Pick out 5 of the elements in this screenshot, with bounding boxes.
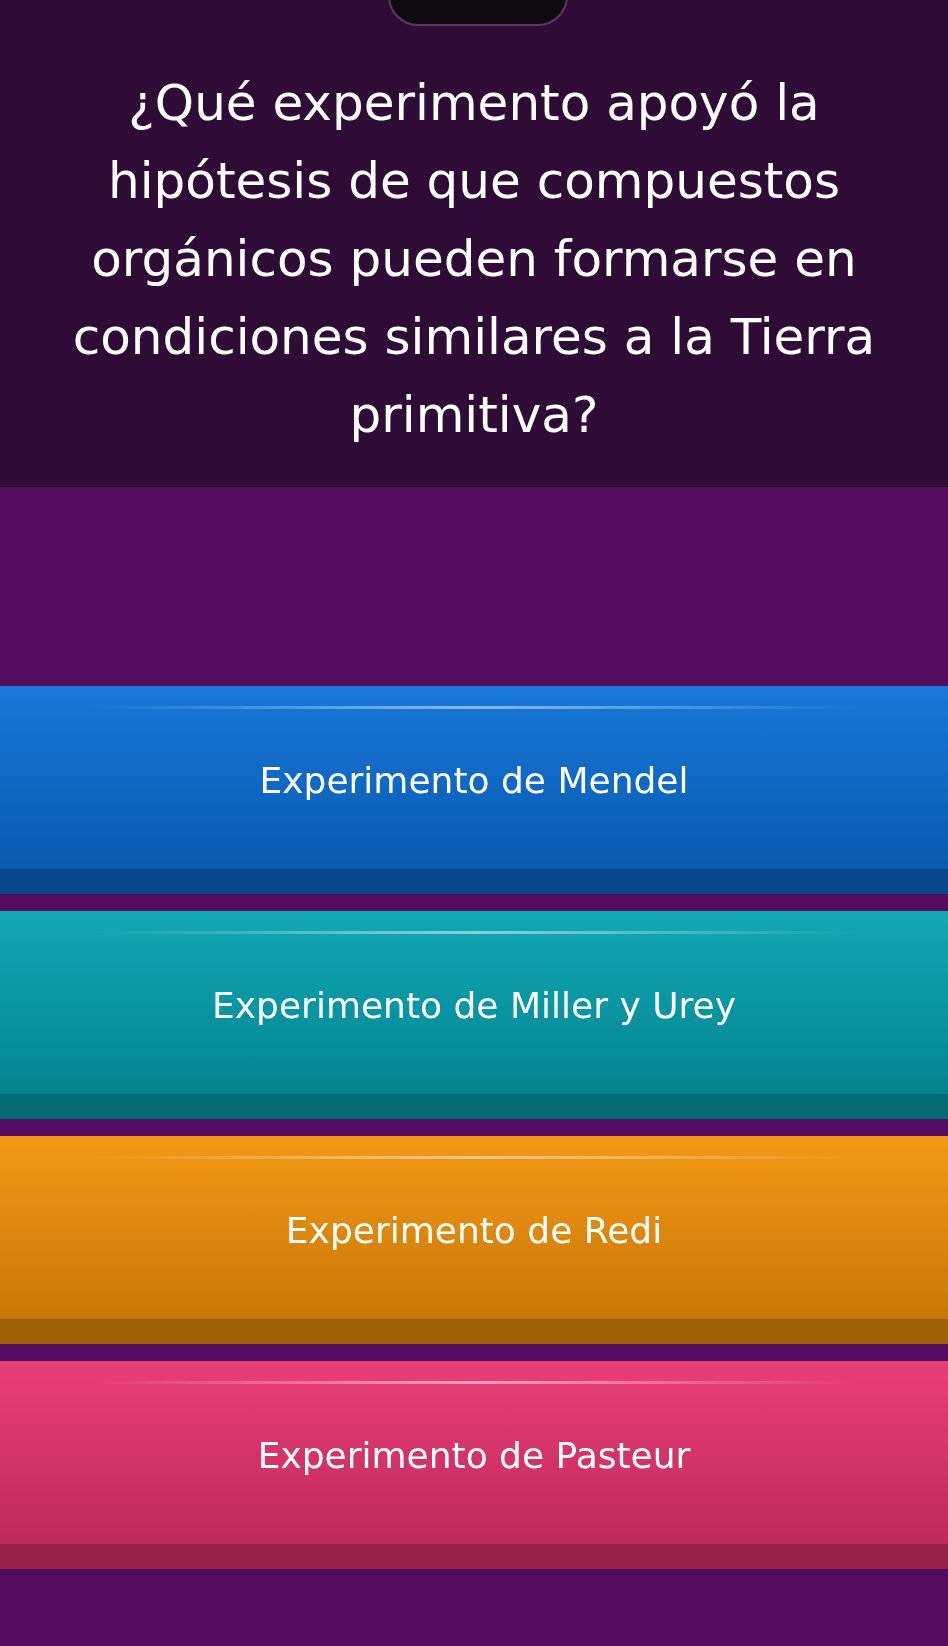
answer-option[interactable]: Experimento de Mendel bbox=[0, 686, 948, 894]
answer-option[interactable]: Experimento de Redi bbox=[0, 1136, 948, 1344]
question-text: ¿Qué experimento apoyó la hipótesis de que compuestos orgánicos pueden formarse en condiciones similares a la Tierra primitiva? bbox=[71, 72, 877, 446]
answer-option[interactable]: Experimento de Pasteur bbox=[0, 1361, 948, 1569]
answer-option[interactable]: Experimento de Miller y Urey bbox=[0, 911, 948, 1119]
